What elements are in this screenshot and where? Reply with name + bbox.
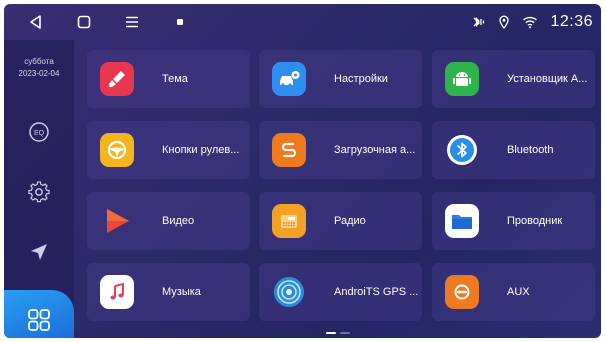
android-installer-icon	[445, 62, 479, 96]
app-tile-theme[interactable]: Тема	[87, 50, 250, 108]
app-tile-bluetooth[interactable]: Bluetooth	[432, 121, 595, 179]
location-pin-icon	[499, 15, 510, 29]
page-indicator	[326, 332, 350, 334]
app-tile-video[interactable]: Видео	[87, 192, 250, 250]
page-dot[interactable]	[340, 332, 350, 334]
all-apps-button[interactable]	[4, 290, 74, 338]
status-icons: 12:36	[470, 4, 593, 40]
app-grid: Тема Настройки Установщик A... Кнопки ру…	[87, 50, 595, 322]
date-label: 2023-02-04	[18, 69, 60, 78]
app-label: Музыка	[162, 286, 201, 298]
back-triangle-icon	[30, 15, 41, 29]
app-label: Видео	[162, 215, 195, 227]
app-label: AndroiTS GPS ...	[334, 286, 419, 298]
back-button[interactable]	[24, 10, 48, 34]
video-play-icon	[100, 204, 134, 238]
hamburger-menu-icon	[126, 16, 138, 28]
app-tile-file-manager[interactable]: Проводник	[432, 192, 595, 250]
menu-button[interactable]	[120, 10, 144, 34]
app-grid-icon	[28, 309, 50, 331]
steering-wheel-icon	[100, 133, 134, 167]
head-unit-screen: 12:36 суббота 2023-02-04 EQ Тема Настрой…	[4, 4, 601, 338]
car-settings-icon	[272, 62, 306, 96]
nav-buttons	[24, 4, 192, 40]
app-tile-aux[interactable]: AUX	[432, 263, 595, 321]
wifi-icon	[523, 16, 538, 29]
app-label: Загрузочная а...	[334, 144, 416, 156]
app-tile-settings[interactable]: Настройки	[259, 50, 422, 108]
eq-circle-icon: EQ	[29, 122, 49, 142]
notification-indicator	[168, 10, 192, 34]
app-label: Настройки	[334, 73, 388, 85]
bluetooth-icon	[445, 133, 479, 167]
app-tile-androits-gps[interactable]: AndroiTS GPS ...	[259, 263, 422, 321]
app-tile-boot-animation[interactable]: Загрузочная а...	[259, 121, 422, 179]
theme-brush-icon	[100, 62, 134, 96]
equalizer-button[interactable]: EQ	[25, 118, 53, 146]
radio-icon	[272, 204, 306, 238]
status-bar: 12:36	[4, 4, 601, 40]
eq-icon-text: EQ	[34, 130, 45, 137]
app-label: Установщик A...	[507, 73, 588, 85]
home-button[interactable]	[72, 10, 96, 34]
home-square-icon	[77, 15, 91, 29]
app-label: AUX	[507, 286, 530, 298]
date-widget: суббота 2023-02-04	[4, 56, 74, 80]
app-label: Bluetooth	[507, 144, 554, 156]
clock: 12:36	[550, 13, 593, 30]
weekday-label: суббота	[24, 57, 54, 66]
bluetooth-vibrate-icon	[473, 16, 485, 28]
app-label: Проводник	[507, 215, 563, 227]
app-tile-radio[interactable]: Радио	[259, 192, 422, 250]
settings-shortcut-button[interactable]	[25, 178, 53, 206]
app-tile-music[interactable]: Музыка	[87, 263, 250, 321]
app-tile-steering-buttons[interactable]: Кнопки рулев...	[87, 121, 250, 179]
music-note-icon	[100, 275, 134, 309]
gps-radar-icon	[272, 275, 306, 309]
page-dot-active[interactable]	[326, 332, 336, 334]
app-label: Радио	[334, 215, 366, 227]
gear-icon	[28, 181, 50, 203]
aux-icon	[445, 275, 479, 309]
notification-icon	[177, 19, 183, 25]
boot-animation-icon	[272, 133, 306, 167]
app-tile-apk-installer[interactable]: Установщик A...	[432, 50, 595, 108]
navigation-arrow-icon	[31, 244, 47, 260]
sidebar: суббота 2023-02-04 EQ	[4, 40, 74, 338]
app-label: Тема	[162, 73, 188, 85]
app-label: Кнопки рулев...	[162, 144, 240, 156]
navigation-button[interactable]	[25, 238, 53, 266]
folder-icon	[445, 204, 479, 238]
